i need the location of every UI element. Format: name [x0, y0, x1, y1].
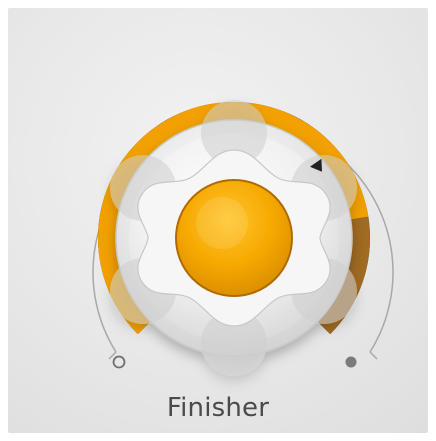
knob-label: Finisher	[166, 393, 270, 423]
finisher-knob[interactable]	[8, 8, 428, 433]
min-marker-icon	[112, 355, 126, 369]
range-ring-end-tick	[369, 351, 378, 360]
knob-panel	[8, 8, 428, 433]
max-marker-icon	[345, 356, 357, 368]
